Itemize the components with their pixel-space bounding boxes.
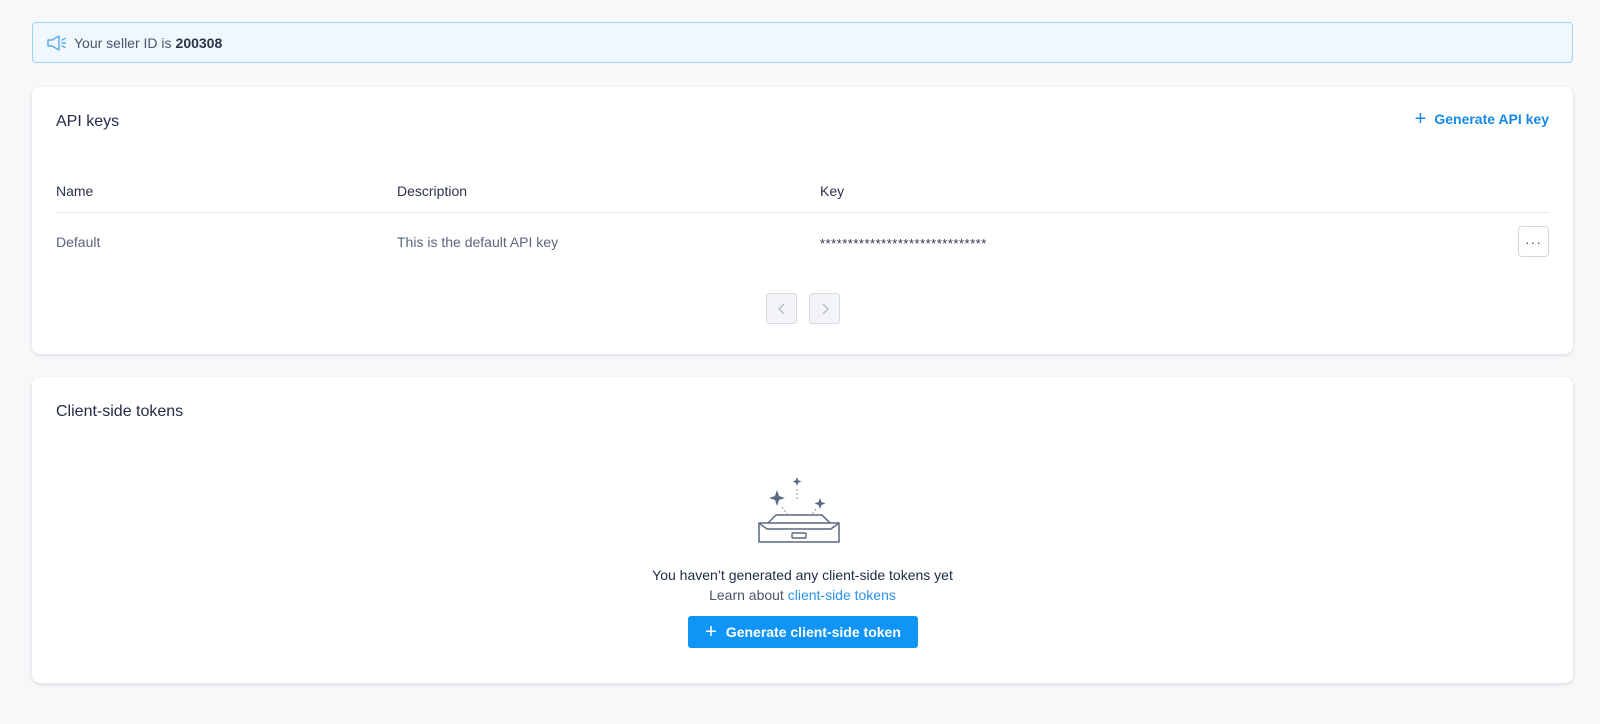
chevron-right-icon — [822, 303, 829, 314]
megaphone-icon — [45, 33, 67, 53]
learn-more-prefix: Learn about — [709, 587, 784, 603]
pagination-next-button[interactable] — [809, 293, 840, 324]
seller-id-banner: Your seller ID is 200308 — [32, 22, 1573, 63]
generate-client-side-token-label: Generate client-side token — [725, 624, 901, 640]
pagination-prev-button[interactable] — [766, 293, 797, 324]
row-description: This is the default API key — [397, 234, 559, 250]
ellipsis-icon: ··· — [1525, 233, 1542, 250]
row-name: Default — [56, 234, 101, 250]
column-header-key: Key — [820, 183, 845, 199]
plus-icon: + — [1414, 108, 1427, 130]
generate-api-key-button[interactable]: + Generate API key — [1415, 109, 1549, 129]
row-key-masked: ****************************** — [820, 236, 987, 251]
empty-inbox-icon — [754, 467, 844, 545]
api-keys-title: API keys — [56, 113, 120, 130]
seller-id-text: Your seller ID is — [74, 34, 172, 51]
column-header-name: Name — [56, 183, 94, 199]
client-side-tokens-title: Client-side tokens — [56, 403, 184, 420]
seller-id-value: 200308 — [175, 34, 223, 51]
client-side-tokens-card: Client-side tokens You haven’t generated… — [32, 377, 1573, 683]
api-keys-card: API keys + Generate API key Name Descrip… — [32, 87, 1573, 354]
generate-client-side-token-button[interactable]: + Generate client-side token — [688, 616, 918, 648]
page: Your seller ID is 200308 API keys + Gene… — [0, 0, 1600, 724]
chevron-left-icon — [777, 303, 784, 314]
column-header-description: Description — [397, 183, 468, 199]
client-side-tokens-link[interactable]: client-side tokens — [788, 587, 896, 603]
empty-state-message: You haven’t generated any client-side to… — [652, 567, 953, 583]
learn-more-text: Learn about client-side tokens — [32, 587, 1573, 603]
generate-api-key-label: Generate API key — [1434, 111, 1549, 127]
row-more-actions-button[interactable]: ··· — [1518, 226, 1549, 257]
plus-icon: + — [705, 621, 717, 643]
table-header-divider — [56, 212, 1549, 213]
